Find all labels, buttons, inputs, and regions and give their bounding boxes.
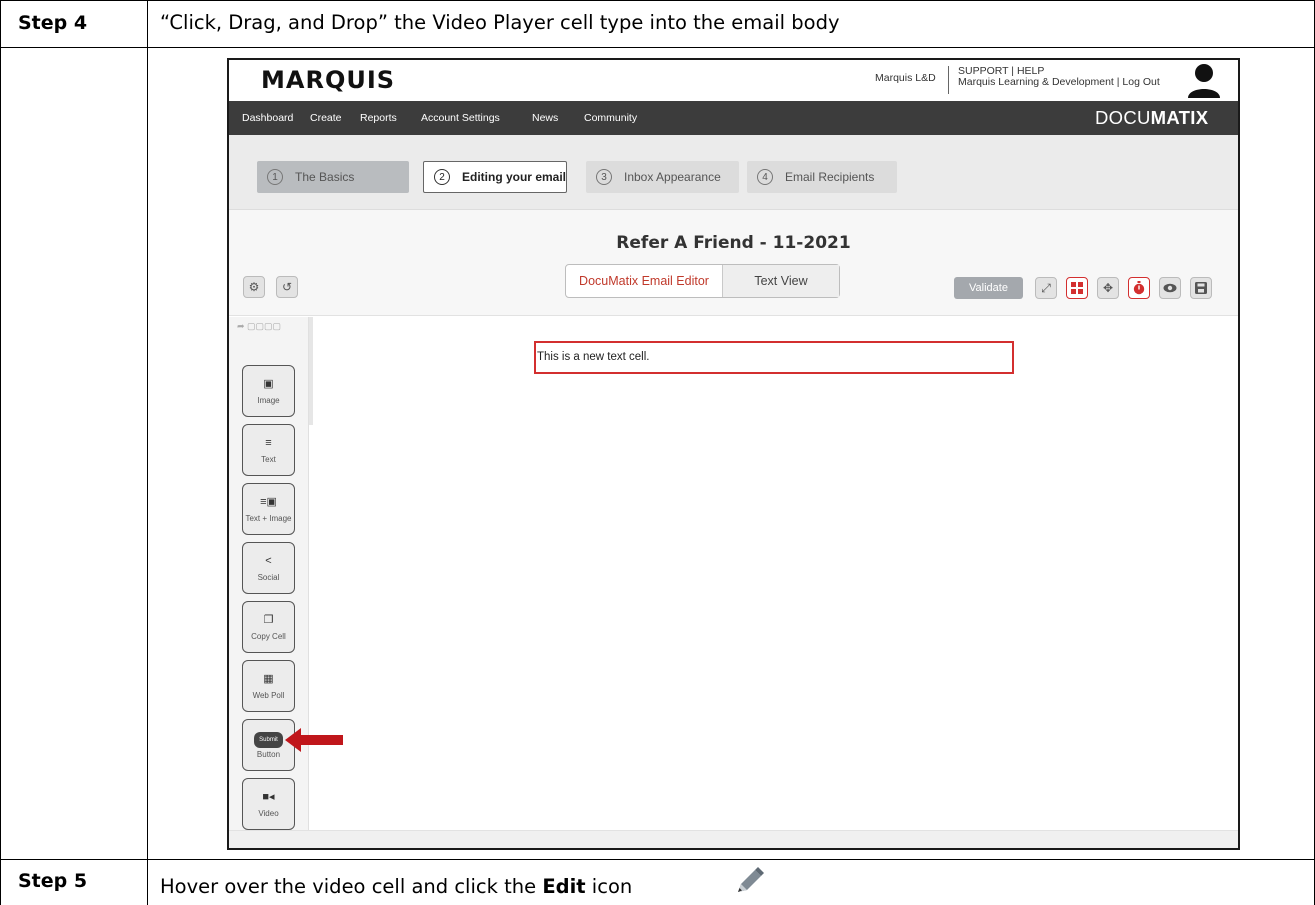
step-number: 1: [267, 169, 283, 185]
email-text-cell[interactable]: This is a new text cell.: [534, 341, 1014, 374]
eye-icon: [1163, 283, 1177, 293]
layout-grid-button[interactable]: [1066, 277, 1088, 299]
palette-scrollbar[interactable]: [309, 317, 313, 425]
palette-tile-social[interactable]: < Social: [242, 542, 295, 594]
copy-icon: ❐: [263, 614, 274, 626]
palette-tile-image[interactable]: ▣ Image: [242, 365, 295, 417]
editor-header: Refer A Friend - 11-2021 ⚙ ↺ DocuMatix E…: [229, 210, 1238, 316]
preview-button[interactable]: [1159, 277, 1181, 299]
user-avatar-icon[interactable]: [1185, 62, 1223, 98]
step-number: 3: [596, 169, 612, 185]
text-lines-icon: ≡: [265, 437, 272, 449]
floppy-save-icon: [1195, 282, 1207, 294]
video-camera-icon: ■◂: [262, 791, 275, 803]
move-arrows-icon: ✥: [1102, 281, 1114, 295]
marquis-logo: MARQUIS: [261, 66, 396, 94]
view-toggle: DocuMatix Email Editor Text View: [565, 264, 840, 298]
app-header: MARQUIS Marquis L&D SUPPORT | HELP Marqu…: [229, 60, 1238, 101]
support-links: SUPPORT | HELP Marquis Learning & Develo…: [958, 66, 1160, 88]
step-5-label: Step 5: [18, 870, 88, 892]
table-border-top: [0, 0, 1315, 1]
share-icon: <: [265, 555, 272, 567]
nav-dashboard[interactable]: Dashboard: [242, 112, 293, 124]
pencil-edit-icon: [738, 867, 764, 892]
palette-tile-web-poll[interactable]: ▦ Web Poll: [242, 660, 295, 712]
wizard-step-inbox-appearance[interactable]: 3 Inbox Appearance: [586, 161, 739, 193]
cell-palette: ➦ ▢▢▢▢ ▣ Image ≡ Text ≡▣ Text + Image < …: [229, 317, 309, 830]
palette-toolbar-icons: ➦ ▢▢▢▢: [237, 321, 282, 331]
brand-bold: MATIX: [1150, 107, 1209, 128]
tile-label: Video: [258, 809, 279, 818]
org-name[interactable]: Marquis L&D: [875, 72, 936, 84]
validate-button[interactable]: Validate: [954, 277, 1023, 299]
settings-gear-button[interactable]: ⚙: [243, 276, 265, 298]
save-button[interactable]: [1190, 277, 1212, 299]
palette-tile-text[interactable]: ≡ Text: [242, 424, 295, 476]
tile-label: Image: [257, 396, 280, 405]
grid-icon: [1071, 282, 1083, 294]
tile-label: Social: [257, 573, 280, 582]
stopwatch-icon: [1133, 281, 1145, 295]
text-view-tab[interactable]: Text View: [723, 265, 839, 297]
wizard-step-label: Inbox Appearance: [624, 170, 721, 184]
step-4-label: Step 4: [18, 12, 88, 34]
step-5-edit-word: Edit: [542, 875, 586, 898]
tile-label: Web Poll: [252, 691, 285, 700]
palette-tile-video[interactable]: ■◂ Video: [242, 778, 295, 830]
wizard-step-the-basics[interactable]: 1 The Basics: [257, 161, 409, 193]
image-icon: ▣: [263, 378, 274, 390]
history-icon: ↺: [281, 280, 293, 294]
wizard-step-editing-your-email[interactable]: 2 Editing your email: [423, 161, 567, 193]
wizard-step-label: Editing your email: [461, 170, 566, 184]
nav-community[interactable]: Community: [584, 112, 637, 124]
tile-label: Copy Cell: [251, 632, 286, 641]
wizard-steps: 1 The Basics 2 Editing your email 3 Inbo…: [229, 135, 1238, 210]
submit-pill-label: Submit: [254, 732, 283, 748]
red-pointer-arrow-icon: [285, 728, 343, 752]
poll-chart-icon: ▦: [263, 673, 274, 685]
gear-icon: ⚙: [248, 280, 260, 294]
step-5-instruction: Hover over the video cell and click the …: [160, 875, 632, 898]
step-5-text-after: icon: [585, 875, 633, 898]
history-button[interactable]: ↺: [276, 276, 298, 298]
palette-tile-text-image[interactable]: ≡▣ Text + Image: [242, 483, 295, 535]
brand-light: DOCU: [1095, 107, 1151, 128]
wizard-step-label: Email Recipients: [785, 170, 875, 184]
move-button[interactable]: ✥: [1097, 277, 1119, 299]
header-divider: [948, 66, 949, 94]
documatix-brand: DOCUMATIX: [1095, 107, 1208, 129]
tile-label: Text: [261, 455, 276, 464]
text-image-icon: ≡▣: [260, 496, 277, 508]
table-border-left: [0, 0, 1, 905]
table-row-divider: [0, 47, 1315, 48]
nav-account-settings[interactable]: Account Settings: [421, 112, 500, 124]
wizard-step-label: The Basics: [295, 170, 355, 184]
editor-workspace: ➦ ▢▢▢▢ ▣ Image ≡ Text ≡▣ Text + Image < …: [229, 317, 1238, 830]
tile-label: Text + Image: [245, 514, 292, 523]
step-4-instruction: “Click, Drag, and Drop” the Video Player…: [160, 11, 840, 34]
main-nav: Dashboard Create Reports Account Setting…: [229, 101, 1238, 135]
table-row-divider: [0, 859, 1315, 860]
step-number: 2: [434, 169, 450, 185]
editor-footer: [229, 830, 1238, 848]
nav-create[interactable]: Create: [310, 112, 342, 124]
nav-news[interactable]: News: [532, 112, 558, 124]
account-logout-link[interactable]: Marquis Learning & Development | Log Out: [958, 77, 1160, 88]
expand-button[interactable]: ⤢: [1035, 277, 1057, 299]
expand-arrows-icon: ⤢: [1041, 280, 1051, 295]
wizard-step-email-recipients[interactable]: 4 Email Recipients: [747, 161, 897, 193]
document-title: Refer A Friend - 11-2021: [616, 233, 851, 253]
timer-button[interactable]: [1128, 277, 1150, 299]
table-column-divider: [147, 0, 148, 905]
nav-reports[interactable]: Reports: [360, 112, 397, 124]
email-editor-tab[interactable]: DocuMatix Email Editor: [566, 265, 723, 297]
step-5-text-before: Hover over the video cell and click the: [160, 875, 543, 898]
palette-tile-copy-cell[interactable]: ❐ Copy Cell: [242, 601, 295, 653]
app-screenshot: MARQUIS Marquis L&D SUPPORT | HELP Marqu…: [227, 58, 1240, 850]
step-number: 4: [757, 169, 773, 185]
